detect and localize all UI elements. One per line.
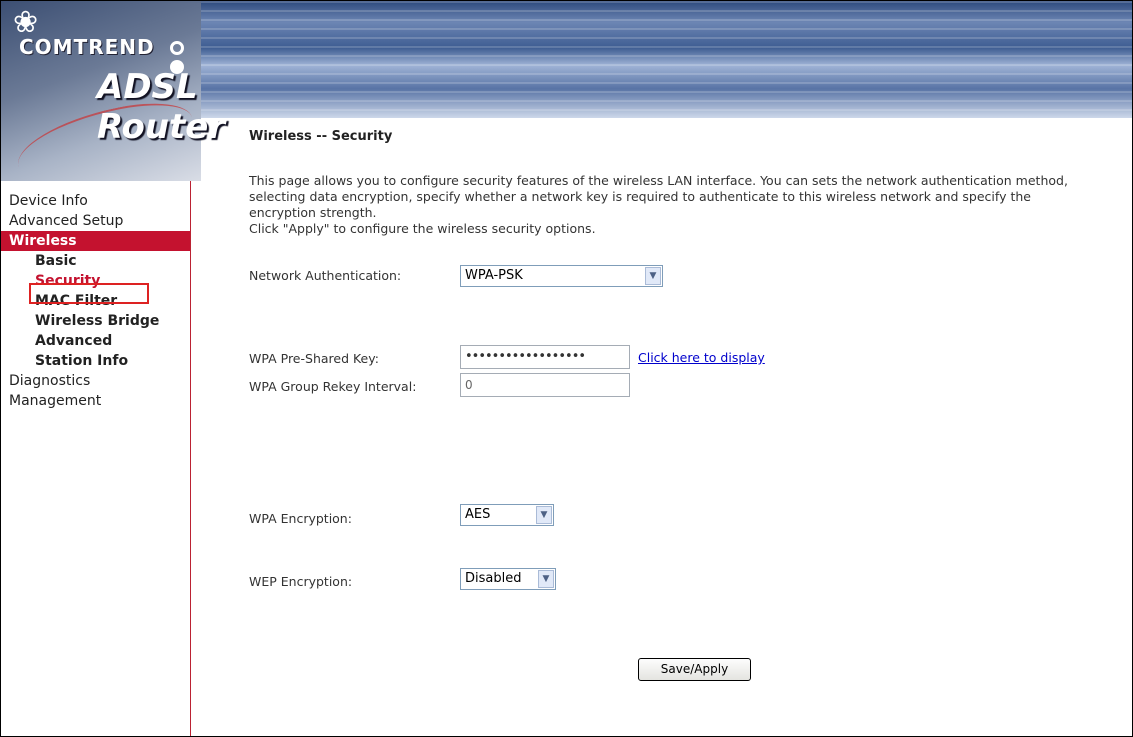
rekey-label: WPA Group Rekey Interval:: [249, 379, 417, 394]
wpa-encryption-select[interactable]: AES ▼: [460, 504, 554, 526]
logo-area: ❀ COMTREND ADSL Router: [1, 1, 225, 192]
description-line: encryption strength.: [249, 205, 377, 220]
main-content: Wireless -- Security This page allows yo…: [249, 129, 1119, 237]
psk-label: WPA Pre-Shared Key:: [249, 351, 379, 366]
sidebar-item-diagnostics[interactable]: Diagnostics: [1, 371, 190, 391]
sidebar-item-advanced-setup[interactable]: Advanced Setup: [1, 211, 190, 231]
rekey-interval-input[interactable]: 0: [460, 373, 630, 397]
page-description: This page allows you to configure securi…: [249, 173, 1119, 237]
wep-encryption-label: WEP Encryption:: [249, 574, 353, 589]
sidebar-item-advanced[interactable]: Advanced: [1, 331, 190, 351]
wpa-psk-input[interactable]: ••••••••••••••••••: [460, 345, 630, 369]
network-auth-select[interactable]: WPA-PSK ▼: [460, 265, 663, 287]
network-auth-value: WPA-PSK: [465, 268, 523, 283]
wep-encryption-select[interactable]: Disabled ▼: [460, 568, 556, 590]
ring-dot: [170, 41, 184, 55]
wpa-encryption-value: AES: [465, 507, 491, 522]
brand-name: COMTREND: [19, 35, 155, 59]
save-apply-button[interactable]: Save/Apply: [638, 658, 751, 681]
sidebar-item-device-info[interactable]: Device Info: [1, 191, 190, 211]
click-to-display-link[interactable]: Click here to display: [638, 350, 765, 365]
selection-highlight-box: [29, 283, 149, 304]
description-line: Click "Apply" to configure the wireless …: [249, 221, 596, 236]
product-name: ADSL Router: [97, 67, 226, 147]
description-line: This page allows you to configure securi…: [249, 173, 1068, 188]
wpa-encryption-label: WPA Encryption:: [249, 511, 352, 526]
chevron-down-icon[interactable]: ▼: [645, 267, 661, 285]
router-page: ❀ COMTREND ADSL Router Device Info Advan…: [0, 0, 1133, 737]
sidebar-item-wireless[interactable]: Wireless: [1, 231, 190, 251]
sidebar-item-station-info[interactable]: Station Info: [1, 351, 190, 371]
sidebar-item-wireless-bridge[interactable]: Wireless Bridge: [1, 311, 190, 331]
page-title: Wireless -- Security: [249, 129, 393, 144]
chevron-down-icon[interactable]: ▼: [538, 570, 554, 588]
sidebar-item-management[interactable]: Management: [1, 391, 190, 411]
chevron-down-icon[interactable]: ▼: [536, 506, 552, 524]
sidebar-item-basic[interactable]: Basic: [1, 251, 190, 271]
wep-encryption-value: Disabled: [465, 571, 522, 586]
sidebar-nav: Device Info Advanced Setup Wireless Basi…: [1, 181, 191, 736]
banner-stripes: [201, 1, 1132, 118]
description-line: selecting data encryption, specify wheth…: [249, 189, 1031, 204]
auth-label: Network Authentication:: [249, 268, 402, 283]
